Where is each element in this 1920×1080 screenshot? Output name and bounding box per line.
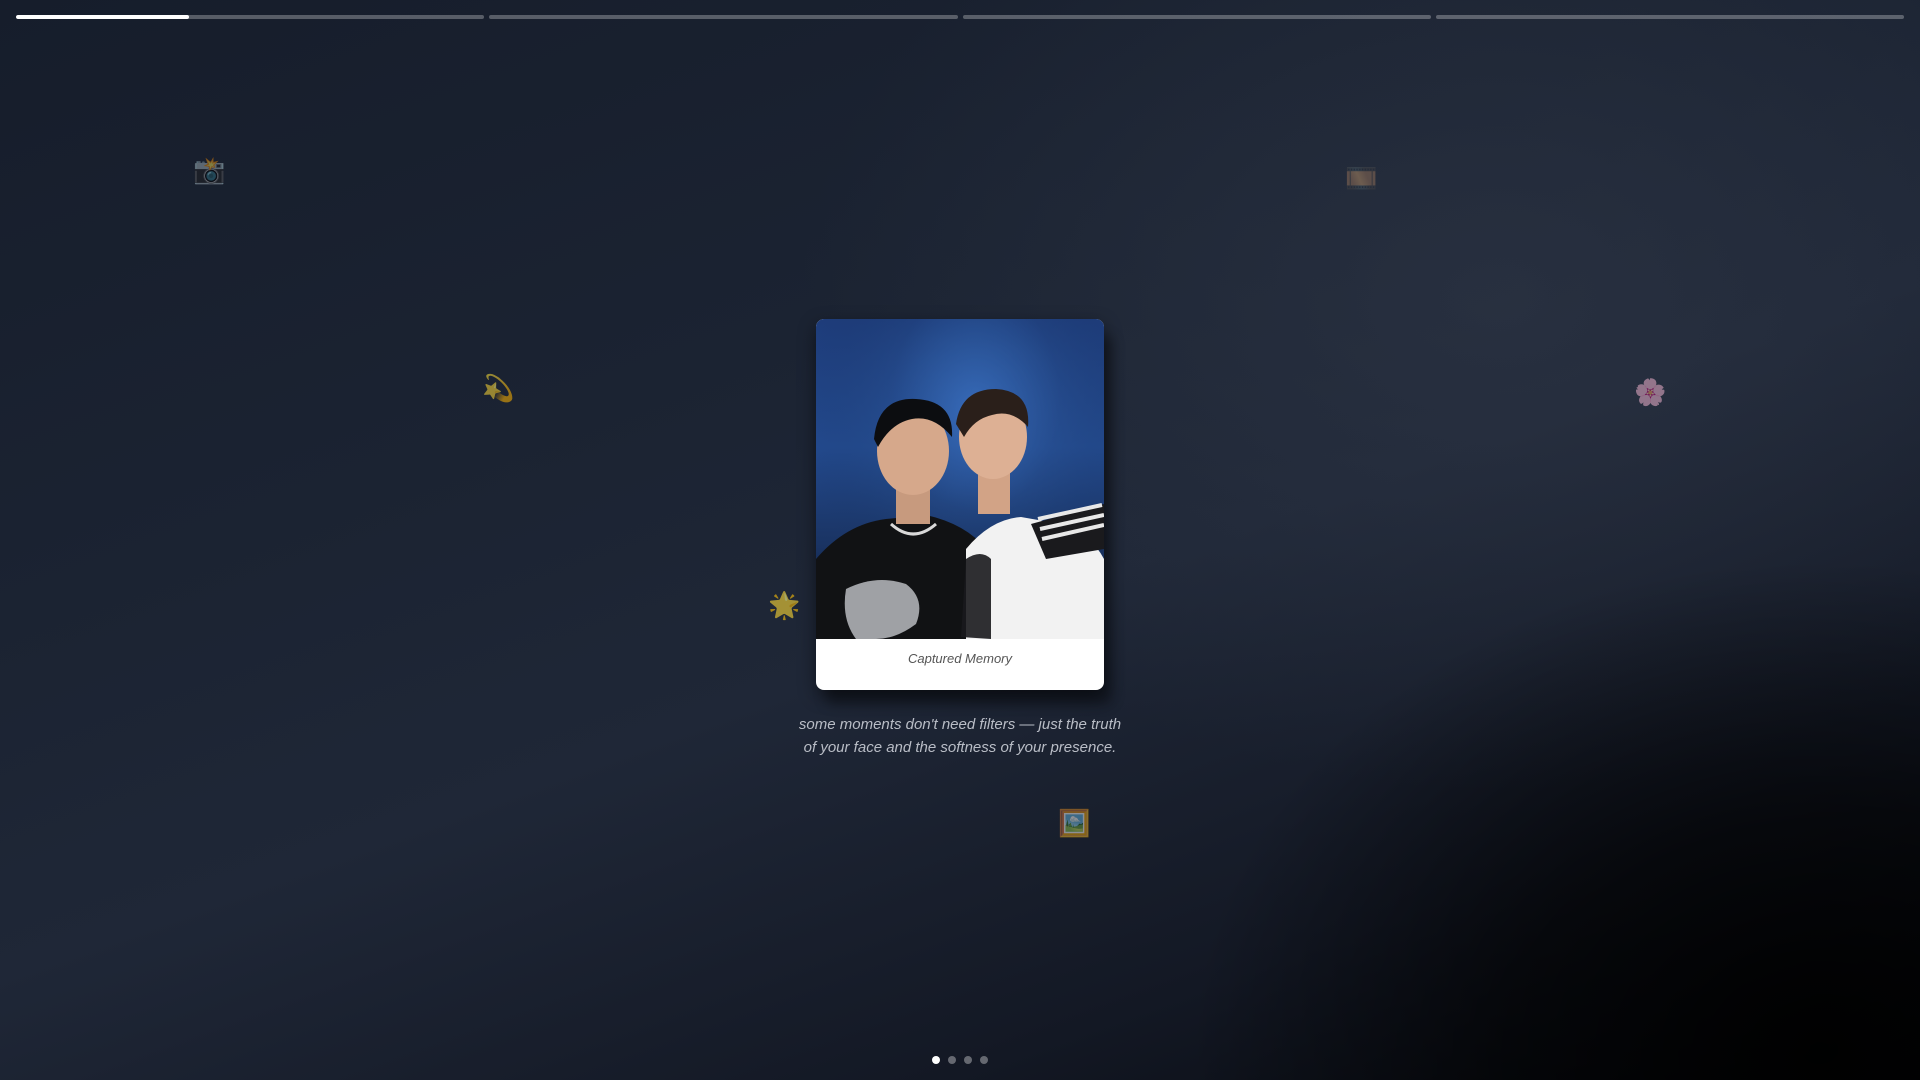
progress-segment-2 [489,15,958,19]
memory-photo [816,319,1104,639]
pagination-dots [932,1056,988,1064]
quote-text: some moments don't need filters — just t… [760,713,1160,759]
progress-segment-4 [1435,15,1904,19]
page-dot-3[interactable] [964,1056,972,1064]
quote-line-2: of your face and the softness of your pr… [803,739,1117,756]
quote-line-1: some moments don't need filters — just t… [798,716,1122,733]
star-emoji-icon: 🌟 [768,591,801,621]
page-dot-2[interactable] [948,1056,956,1064]
page-dot-1[interactable] [932,1056,940,1064]
dizzy-star-emoji-icon: 💫 [482,374,515,404]
progress-segment-1 [16,15,485,19]
story-progress-bar [16,15,1904,19]
film-emoji-icon: 🎞️ [1345,164,1378,194]
page-dot-4[interactable] [980,1056,988,1064]
polaroid-card[interactable]: Captured Memory [816,319,1104,690]
flower-emoji-icon: 🌸 [1634,378,1667,408]
photo-illustration [816,319,1104,639]
progress-fill-1 [16,15,190,19]
progress-segment-3 [962,15,1431,19]
framed-picture-emoji-icon: 🖼️ [1058,809,1091,839]
camera-emoji-icon: 📸 [193,156,226,186]
card-caption: Captured Memory [907,651,1013,666]
